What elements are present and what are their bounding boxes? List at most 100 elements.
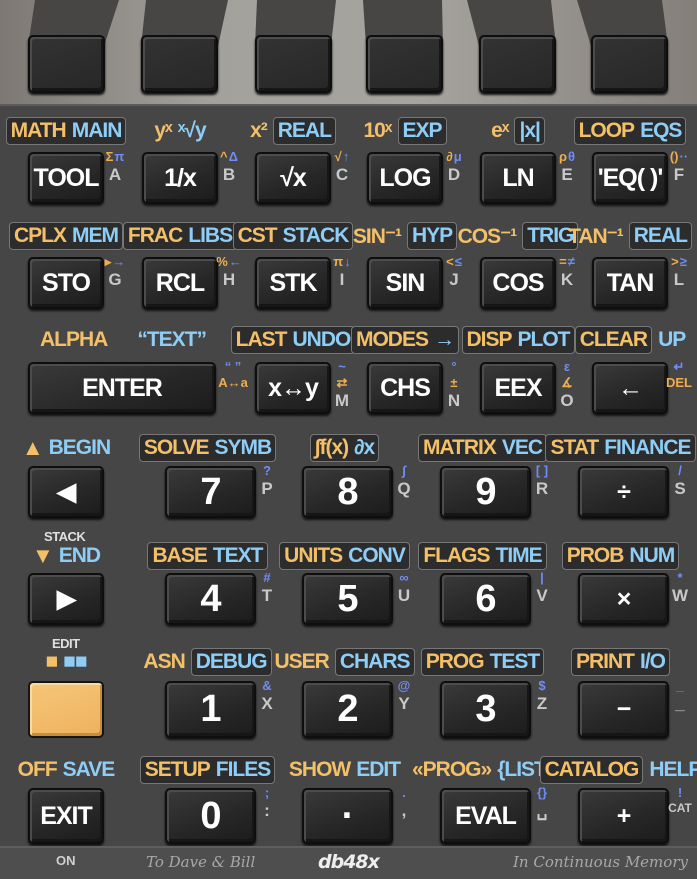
key-tan[interactable]: TAN	[592, 257, 668, 309]
key-label-23: BASE TEXT	[143, 542, 273, 570]
side-symbols: {}	[537, 786, 547, 799]
key-5[interactable]: 5	[302, 573, 393, 625]
key-eval[interactable]: EVAL	[440, 788, 531, 844]
shift-left-label: SOLVE	[143, 436, 210, 459]
key-2[interactable]: 2	[302, 681, 393, 738]
alpha-column-24: ∞ U	[394, 571, 414, 623]
key-eex[interactable]: EEX	[480, 362, 556, 414]
shift-left-char: %	[216, 254, 228, 269]
shift-right-label: DEBUG	[195, 650, 268, 673]
shift-left-char: ∂	[446, 149, 453, 164]
side-symbols: !	[678, 786, 682, 799]
soft-key-1[interactable]	[28, 35, 105, 93]
shift-left-label: PROG	[425, 650, 485, 673]
alpha-letter: F	[673, 165, 685, 184]
key-label-24: UNITS CONV	[279, 542, 410, 570]
key-label-6: CPLX MEM	[9, 222, 124, 250]
key--eq-[interactable]: 'EQ( )'	[592, 152, 668, 204]
key-sto[interactable]: STO	[28, 257, 104, 309]
key-x-y[interactable]: x↔y	[255, 362, 331, 414]
key-tool[interactable]: TOOL	[28, 152, 104, 204]
shift-left-char: ⇄	[336, 375, 348, 390]
side-symbols-2: ∡	[561, 376, 573, 389]
label-box: LOOP EQS	[573, 117, 687, 145]
alpha-letter: _	[675, 694, 685, 713]
key-sin[interactable]: SIN	[367, 257, 443, 309]
shift-right-char: #	[263, 570, 271, 585]
key-1-x[interactable]: 1/x	[142, 152, 218, 204]
key-3[interactable]: 3	[440, 681, 531, 738]
shift-right-char: ↵	[673, 359, 685, 374]
shift-right-label: HYP	[411, 224, 453, 247]
alpha-letter: H	[222, 270, 236, 289]
key-enter[interactable]: ENTER	[28, 362, 216, 414]
shift-right-label: HELP	[649, 758, 697, 781]
key-label-11: TAN⁻¹ REAL	[568, 222, 692, 250]
shift-left-label: STAT	[550, 436, 599, 459]
shift-right-char: !	[677, 785, 683, 800]
key-label-8: CST STACK	[232, 222, 354, 250]
key--[interactable]: ◀	[28, 466, 104, 518]
key-label-30: PROG TEST	[418, 648, 548, 676]
shift-right-label: MAIN	[71, 119, 123, 142]
soft-key-6[interactable]	[591, 35, 668, 93]
key--[interactable]: ·	[302, 788, 393, 844]
key-label-14: MODES →	[350, 326, 460, 354]
key-9[interactable]: 9	[440, 466, 531, 518]
soft-key-3[interactable]	[255, 35, 332, 93]
side-symbols: ^ Δ	[220, 150, 238, 163]
key-0[interactable]: 0	[165, 788, 256, 844]
shift-right-char: &	[262, 678, 272, 693]
key-4[interactable]: 4	[165, 573, 256, 625]
shift-right-char: Δ	[228, 149, 238, 164]
side-symbols: “ ”	[225, 360, 242, 373]
label-box: PRINT I/O	[570, 648, 670, 676]
key-chs[interactable]: CHS	[367, 362, 443, 414]
key-7[interactable]: 7	[165, 466, 256, 518]
shift-left-label: CPLX	[14, 224, 67, 247]
key-label-21: STAT FINANCE	[545, 434, 696, 462]
side-symbols: @	[398, 679, 411, 692]
dedication: To Dave & Bill	[146, 853, 256, 871]
label-box: PROB NUM	[561, 542, 680, 570]
soft-key-4[interactable]	[366, 35, 443, 93]
key-label-22: ▼ END	[1, 542, 131, 570]
shift-key[interactable]	[28, 681, 104, 738]
shift-left-char: >	[671, 254, 679, 269]
key--[interactable]: ←	[592, 362, 668, 414]
key--[interactable]: ▶	[28, 573, 104, 625]
shift-right-label: I/O	[639, 650, 666, 673]
key-6[interactable]: 6	[440, 573, 531, 625]
key--[interactable]: +	[578, 788, 669, 844]
key--[interactable]: −	[578, 681, 669, 738]
key-exit[interactable]: EXIT	[28, 788, 104, 844]
shift-left-char: √	[334, 149, 342, 164]
key-cos[interactable]: COS	[480, 257, 556, 309]
key--[interactable]: ×	[578, 573, 669, 625]
key--[interactable]: ÷	[578, 466, 669, 518]
key-8[interactable]: 8	[302, 466, 393, 518]
shift-left-label: eˣ	[491, 119, 509, 142]
key--x[interactable]: √x	[255, 152, 331, 204]
key-rcl[interactable]: RCL	[142, 257, 218, 309]
soft-key-5[interactable]	[479, 35, 556, 93]
alpha-letter: X	[261, 694, 273, 713]
soft-key-2[interactable]	[141, 35, 218, 93]
key-log[interactable]: LOG	[367, 152, 443, 204]
shift-left-char: ρ	[558, 149, 567, 164]
alpha-column-34: .,	[394, 786, 414, 842]
key-label-17: ▲ BEGIN	[1, 434, 131, 462]
shift-left-label: TAN⁻¹	[568, 224, 624, 248]
shift-right-label: →	[434, 328, 455, 351]
shift-right-char: ↓	[344, 254, 351, 269]
key-stk[interactable]: STK	[255, 257, 331, 309]
alpha-column-36: ! CAT	[668, 786, 692, 842]
key-label-28: ASN DEBUG	[143, 648, 273, 676]
key-label-0: MATH MAIN	[5, 117, 127, 145]
key-ln[interactable]: LN	[480, 152, 556, 204]
key-1[interactable]: 1	[165, 681, 256, 738]
shift-left-label: USER	[274, 650, 329, 673]
alpha-column-2: √ ↑ C	[332, 150, 352, 202]
shift-right-char: ε	[563, 359, 571, 374]
key-label-15: DISP PLOT	[461, 326, 575, 354]
